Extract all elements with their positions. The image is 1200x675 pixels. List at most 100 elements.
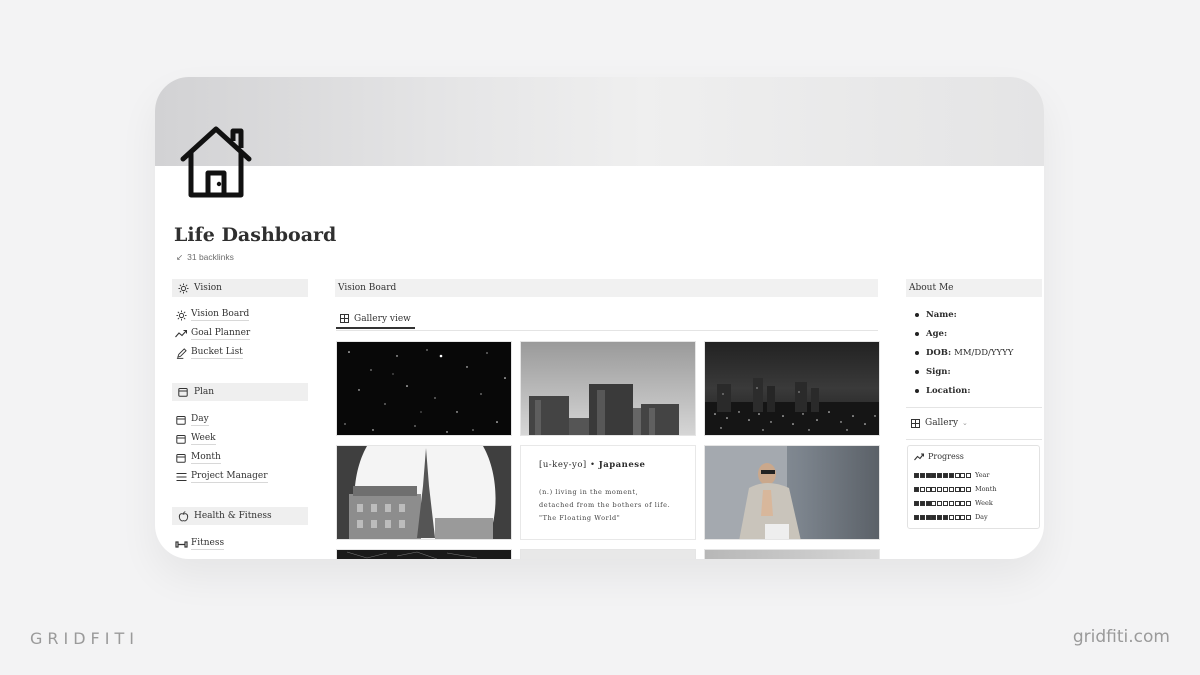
- sidebar-item-goal-planner[interactable]: Goal Planner: [174, 328, 251, 340]
- apple-icon: [176, 510, 190, 522]
- progress-square: [942, 472, 948, 478]
- section-header-vision[interactable]: Vision: [172, 279, 308, 297]
- about-field-sign[interactable]: Sign:: [915, 367, 954, 377]
- buildings-image: [529, 384, 679, 435]
- progress-square: [942, 514, 948, 520]
- backlinks-label: 31 backlinks: [187, 252, 234, 262]
- field-label: Name:: [926, 310, 957, 320]
- sidebar-item-label: Day: [191, 414, 209, 426]
- dark-image: [346, 551, 478, 559]
- gallery-view-selector[interactable]: Gallery ⌄: [911, 418, 968, 428]
- section-header-plan[interactable]: Plan: [172, 383, 308, 401]
- progress-square: [931, 472, 937, 478]
- page-title: Life Dashboard: [174, 224, 337, 246]
- calendar-icon: [174, 453, 188, 463]
- section-header-health-fitness[interactable]: Health & Fitness: [172, 507, 308, 525]
- grid-icon: [911, 418, 920, 428]
- progress-title: Progress: [914, 452, 964, 461]
- progress-square: [925, 472, 931, 478]
- grid-icon: [340, 314, 349, 323]
- progress-square: [925, 500, 931, 506]
- progress-square: [948, 472, 954, 478]
- brand-logo: GRIDFITI: [30, 629, 139, 648]
- progress-square: [937, 486, 943, 492]
- progress-square: [942, 500, 948, 506]
- progress-square: [919, 500, 925, 506]
- progress-square: [914, 486, 919, 492]
- section-title: Vision: [194, 283, 222, 293]
- about-me-header[interactable]: About Me: [906, 279, 1042, 297]
- progress-square: [919, 472, 925, 478]
- bullet-icon: [915, 332, 919, 336]
- progress-label: Week: [974, 499, 993, 507]
- progress-bar: [914, 472, 972, 478]
- progress-square: [948, 514, 954, 520]
- about-field-dob[interactable]: DOB: MM/DD/YYYY: [915, 348, 1013, 358]
- chevron-down-icon: ⌄: [962, 419, 968, 427]
- gallery-card-city-night[interactable]: [704, 341, 880, 436]
- gallery-label: Gallery: [925, 418, 959, 428]
- sidebar-item-label: Goal Planner: [191, 328, 251, 340]
- gallery-card-buildings[interactable]: [520, 341, 696, 436]
- gallery-card-grey[interactable]: [704, 549, 880, 559]
- section-title: Plan: [194, 387, 215, 397]
- progress-square: [954, 500, 960, 506]
- gallery-card-light[interactable]: [520, 549, 696, 559]
- calendar-icon: [174, 415, 188, 425]
- gallery-card-quote[interactable]: [u-key-yo] • Japanese (n.) living in the…: [520, 445, 696, 540]
- progress-square: [966, 514, 972, 520]
- progress-square: [960, 500, 966, 506]
- vision-board-header[interactable]: Vision Board: [335, 279, 878, 297]
- city-night-image: [705, 378, 879, 435]
- progress-square: [925, 486, 931, 492]
- progress-row-year: Year: [914, 471, 990, 479]
- gallery-card-paris[interactable]: [336, 445, 512, 540]
- gallery-card-dark[interactable]: [336, 549, 512, 559]
- sidebar-item-bucket-list[interactable]: Bucket List: [174, 347, 243, 359]
- progress-square: [954, 486, 960, 492]
- field-label: Sign:: [926, 367, 951, 377]
- sidebar-item-week[interactable]: Week: [174, 433, 216, 445]
- backlinks-link[interactable]: ↙ 31 backlinks: [176, 252, 234, 263]
- field-label: DOB:: [926, 348, 952, 358]
- progress-square: [919, 514, 925, 520]
- bullet-icon: [915, 351, 919, 355]
- calendar-icon: [176, 387, 190, 397]
- cover-image[interactable]: [155, 77, 1044, 166]
- progress-card[interactable]: Progress Year Month Week Day: [907, 445, 1040, 529]
- paris-image: [337, 446, 511, 539]
- sidebar-item-label: Vision Board: [191, 309, 250, 321]
- sidebar-item-label: Project Manager: [191, 471, 268, 483]
- about-field-location[interactable]: Location:: [915, 386, 973, 396]
- progress-square: [937, 472, 943, 478]
- sidebar-item-fitness[interactable]: Fitness: [174, 538, 225, 550]
- quote-pronunciation: [u-key-yo]: [539, 460, 587, 470]
- progress-square: [966, 486, 972, 492]
- pen-icon: [174, 347, 188, 359]
- sidebar-item-project-manager[interactable]: Project Manager: [174, 471, 268, 483]
- gallery-card-stars[interactable]: [336, 341, 512, 436]
- progress-bar: [914, 486, 972, 492]
- backlink-arrow-icon: ↙: [176, 252, 184, 262]
- progress-square: [960, 514, 966, 520]
- sidebar-item-month[interactable]: Month: [174, 452, 221, 464]
- progress-row-week: Week: [914, 499, 993, 507]
- divider: [906, 439, 1042, 440]
- progress-square: [960, 486, 966, 492]
- progress-bar: [914, 500, 972, 506]
- progress-square: [942, 486, 948, 492]
- sidebar-item-day[interactable]: Day: [174, 414, 209, 426]
- about-field-age[interactable]: Age:: [915, 329, 950, 339]
- gallery-card-person[interactable]: [704, 445, 880, 540]
- divider: [906, 407, 1042, 408]
- progress-title-label: Progress: [928, 452, 964, 461]
- progress-square: [914, 500, 919, 506]
- field-label: Age:: [926, 329, 948, 339]
- progress-bar: [914, 514, 972, 520]
- house-icon[interactable]: [177, 121, 255, 199]
- about-field-name[interactable]: Name:: [915, 310, 960, 320]
- sidebar-item-vision-board[interactable]: Vision Board: [174, 309, 250, 321]
- sun-icon: [174, 309, 188, 321]
- tab-gallery-view[interactable]: Gallery view: [336, 310, 415, 329]
- progress-row-month: Month: [914, 485, 997, 493]
